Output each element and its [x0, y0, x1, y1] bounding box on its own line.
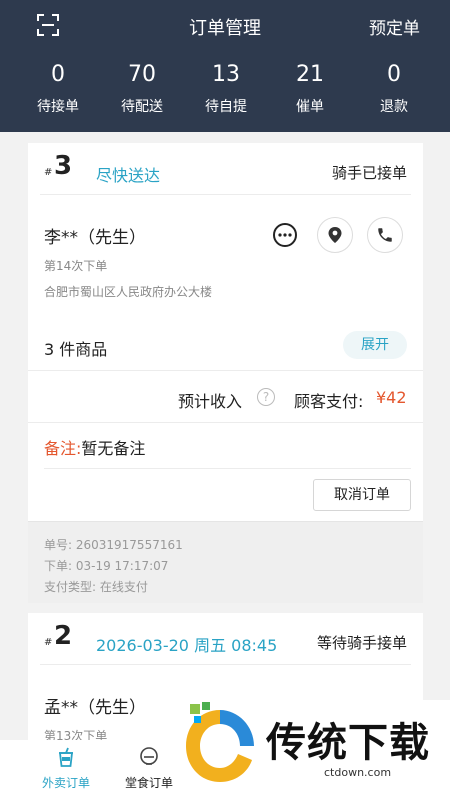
order-card-header: # 3 尽快送达 骑手已接单: [40, 143, 411, 195]
stat-label: 待自提: [205, 99, 247, 115]
stat-pending-accept[interactable]: 0 待接单: [16, 60, 100, 116]
stat-pending-pickup[interactable]: 13 待自提: [184, 60, 268, 116]
message-button[interactable]: [267, 217, 303, 253]
location-button[interactable]: [317, 217, 353, 253]
tab-label: 外卖订单: [41, 776, 90, 790]
order-meta: 单号: 26031917557161 下单: 03-19 17:17:07 支付…: [28, 521, 423, 603]
order-id: 单号: 26031917557161: [44, 538, 183, 552]
reserve-orders-button[interactable]: 预定单: [369, 14, 420, 39]
order-stats: 0 待接单 70 待配送 13 待自提 21 催单 0 退款: [0, 60, 450, 116]
cancel-order-button[interactable]: 取消订单: [313, 479, 411, 511]
income-row: 预计收入 ? 顾客支付: ¥42: [28, 371, 423, 423]
expand-button[interactable]: 展开: [343, 331, 407, 359]
order-status: 骑手已接单: [331, 164, 407, 182]
stat-number: 0: [387, 62, 401, 87]
remark-label: 备注:: [44, 439, 82, 458]
customer-name: 李**（先生）: [44, 228, 146, 248]
stat-number: 21: [296, 62, 324, 87]
stat-label: 催单: [296, 99, 324, 115]
stat-number: 70: [128, 62, 156, 87]
stat-number: 13: [212, 62, 240, 87]
watermark-domain: ctdown.com: [324, 766, 392, 779]
stat-label: 待接单: [37, 99, 79, 115]
order-number: 3: [54, 151, 73, 181]
stat-label: 退款: [380, 99, 408, 115]
goods-row: 3 件商品 展开: [28, 319, 423, 371]
remark: 备注:暂无备注: [44, 435, 145, 459]
customer-address: 合肥市蜀山区人民政府办公大楼: [44, 285, 213, 299]
watermark: 传统下载 ctdown.com: [176, 700, 450, 800]
tab-takeaway-orders[interactable]: 外卖订单: [31, 746, 101, 791]
customer-name: 孟**（先生）: [44, 698, 146, 718]
goods-count: 3 件商品: [44, 340, 108, 359]
delivery-time-tag: 尽快送达: [96, 166, 161, 185]
phone-icon: [378, 228, 392, 242]
stat-label: 待配送: [121, 99, 163, 115]
customer-pay-amount: ¥42: [376, 388, 407, 407]
watermark-title: 传统下载: [266, 720, 430, 766]
divider: [44, 468, 411, 469]
order-card-header: # 2 2026-03-20 周五 08:45 等待骑手接单: [40, 613, 411, 665]
order-card: # 3 尽快送达 骑手已接单 李**（先生） 第14次下单 合肥市蜀山区人民政府…: [28, 143, 423, 603]
help-icon[interactable]: ?: [257, 388, 275, 406]
payment-type: 支付类型: 在线支付: [44, 580, 148, 594]
call-button[interactable]: [367, 217, 403, 253]
tab-dine-in-orders[interactable]: 堂食订单: [114, 746, 184, 791]
customer-pay-label: 顾客支付:: [294, 392, 364, 411]
tab-label: 堂食订单: [124, 776, 173, 790]
remark-value: 暂无备注: [81, 439, 146, 458]
order-hash: #: [44, 167, 53, 178]
app-header: 订单管理 预定单 0 待接单 70 待配送 13 待自提 21 催单 0 退款: [0, 0, 450, 132]
stat-reminders[interactable]: 21 催单: [268, 60, 352, 116]
bowl-icon: [140, 747, 158, 765]
stat-number: 0: [51, 62, 65, 87]
order-status: 等待骑手接单: [316, 634, 407, 652]
order-count: 第14次下单: [44, 259, 108, 273]
order-time: 下单: 03-19 17:17:07: [44, 559, 169, 573]
watermark-logo-icon: [186, 702, 254, 782]
location-pin-icon: [328, 227, 342, 243]
stat-refunds[interactable]: 0 退款: [352, 60, 436, 116]
takeaway-cup-icon: [58, 747, 74, 767]
order-number: 2: [54, 621, 73, 651]
stat-pending-delivery[interactable]: 70 待配送: [100, 60, 184, 116]
delivery-time-tag: 2026-03-20 周五 08:45: [96, 636, 278, 655]
chat-icon: [273, 223, 297, 247]
income-label: 预计收入: [178, 392, 243, 411]
order-hash: #: [44, 637, 53, 648]
